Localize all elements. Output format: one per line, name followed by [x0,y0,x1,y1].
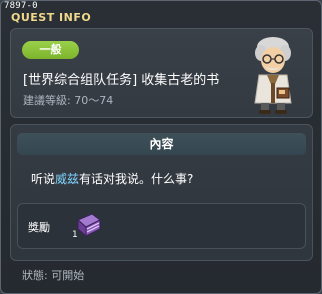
category-badge: 一般 [22,41,79,59]
npc-portrait [254,37,292,114]
quest-id: 7897-0 [4,1,38,11]
quest-dialogue: 听说威兹有话对我说。什么事? [31,170,193,187]
quest-summary-panel: 一般 [世界综合组队任务] 收集古老的书 建議等級: 70～74 [10,28,313,118]
reward-box: 獎勵 1 [17,203,306,249]
quest-content-panel: 內容 听说威兹有话对我说。什么事? 獎勵 1 [10,124,313,261]
npc-name-link[interactable]: 威兹 [55,172,79,186]
quest-status: 狀態: 可開始 [22,269,85,282]
reward-label: 獎勵 [28,221,50,234]
reward-item-count: 1 [72,230,78,240]
quest-name: [世界综合组队任务] 收集古老的书 [23,73,220,88]
window-title: QUEST INFO [11,11,92,24]
quest-info-window: 7897-0 QUEST INFO 一般 [世界综合组队任务] 收集古老的书 建… [0,0,322,294]
dialogue-suffix: 有话对我说。什么事? [79,172,194,186]
content-header: 內容 [17,133,306,155]
recommended-level: 建議等級: 70～74 [23,94,114,107]
dialogue-prefix: 听说 [31,172,56,186]
reward-item-slot[interactable]: 1 [72,210,104,242]
